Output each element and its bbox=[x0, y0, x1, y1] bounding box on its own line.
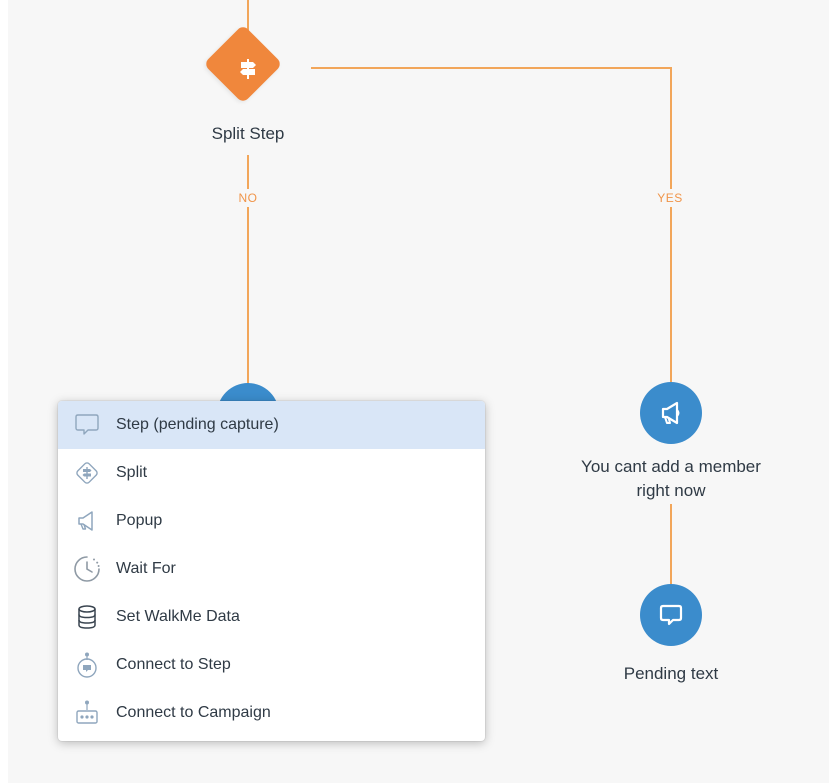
popup-node-title: You cant add a member right now bbox=[540, 455, 802, 503]
menu-item-label: Wait For bbox=[116, 560, 176, 577]
branch-label-yes: YES bbox=[650, 189, 690, 207]
connector-yes-horizontal bbox=[311, 67, 672, 69]
menu-item-label: Split bbox=[116, 464, 148, 481]
menu-item-connect-to-campaign[interactable]: Connect to Campaign bbox=[58, 689, 485, 737]
pending-node-title: Pending text bbox=[623, 664, 719, 683]
menu-item-label: Step (pending capture) bbox=[116, 416, 279, 433]
menu-item-split[interactable]: Split bbox=[58, 449, 485, 497]
add-step-menu: Step (pending capture) Split Popup Wait … bbox=[58, 401, 485, 741]
popup-title-line2: right now bbox=[636, 481, 706, 500]
split-diamond-icon bbox=[70, 456, 104, 490]
split-step-title: Split Step bbox=[211, 124, 285, 143]
popup-node[interactable] bbox=[640, 382, 702, 444]
menu-item-label: Set WalkMe Data bbox=[116, 608, 240, 625]
branch-label-no: NO bbox=[228, 189, 268, 207]
menu-item-wait-for[interactable]: Wait For bbox=[58, 545, 485, 593]
speech-bubble-icon bbox=[659, 604, 683, 626]
pending-step-node[interactable] bbox=[640, 584, 702, 646]
speech-bubble-outline-icon bbox=[70, 408, 104, 442]
connect-campaign-icon bbox=[70, 696, 104, 730]
menu-item-step-pending-capture[interactable]: Step (pending capture) bbox=[58, 401, 485, 449]
connector-popup-to-pending bbox=[670, 504, 672, 584]
menu-item-set-walkme-data[interactable]: Set WalkMe Data bbox=[58, 593, 485, 641]
connector-yes-vertical bbox=[670, 67, 672, 382]
popup-title-line1: You cant add a member bbox=[581, 457, 761, 476]
database-icon bbox=[70, 600, 104, 634]
connect-step-icon bbox=[70, 648, 104, 682]
megaphone-icon bbox=[661, 401, 680, 425]
megaphone-outline-icon bbox=[70, 504, 104, 538]
menu-item-popup[interactable]: Popup bbox=[58, 497, 485, 545]
menu-item-label: Popup bbox=[116, 512, 163, 529]
signpost-icon bbox=[226, 47, 270, 91]
menu-item-label: Connect to Step bbox=[116, 656, 231, 673]
menu-item-connect-to-step[interactable]: Connect to Step bbox=[58, 641, 485, 689]
menu-item-label: Connect to Campaign bbox=[116, 704, 271, 721]
clock-icon bbox=[70, 552, 104, 586]
